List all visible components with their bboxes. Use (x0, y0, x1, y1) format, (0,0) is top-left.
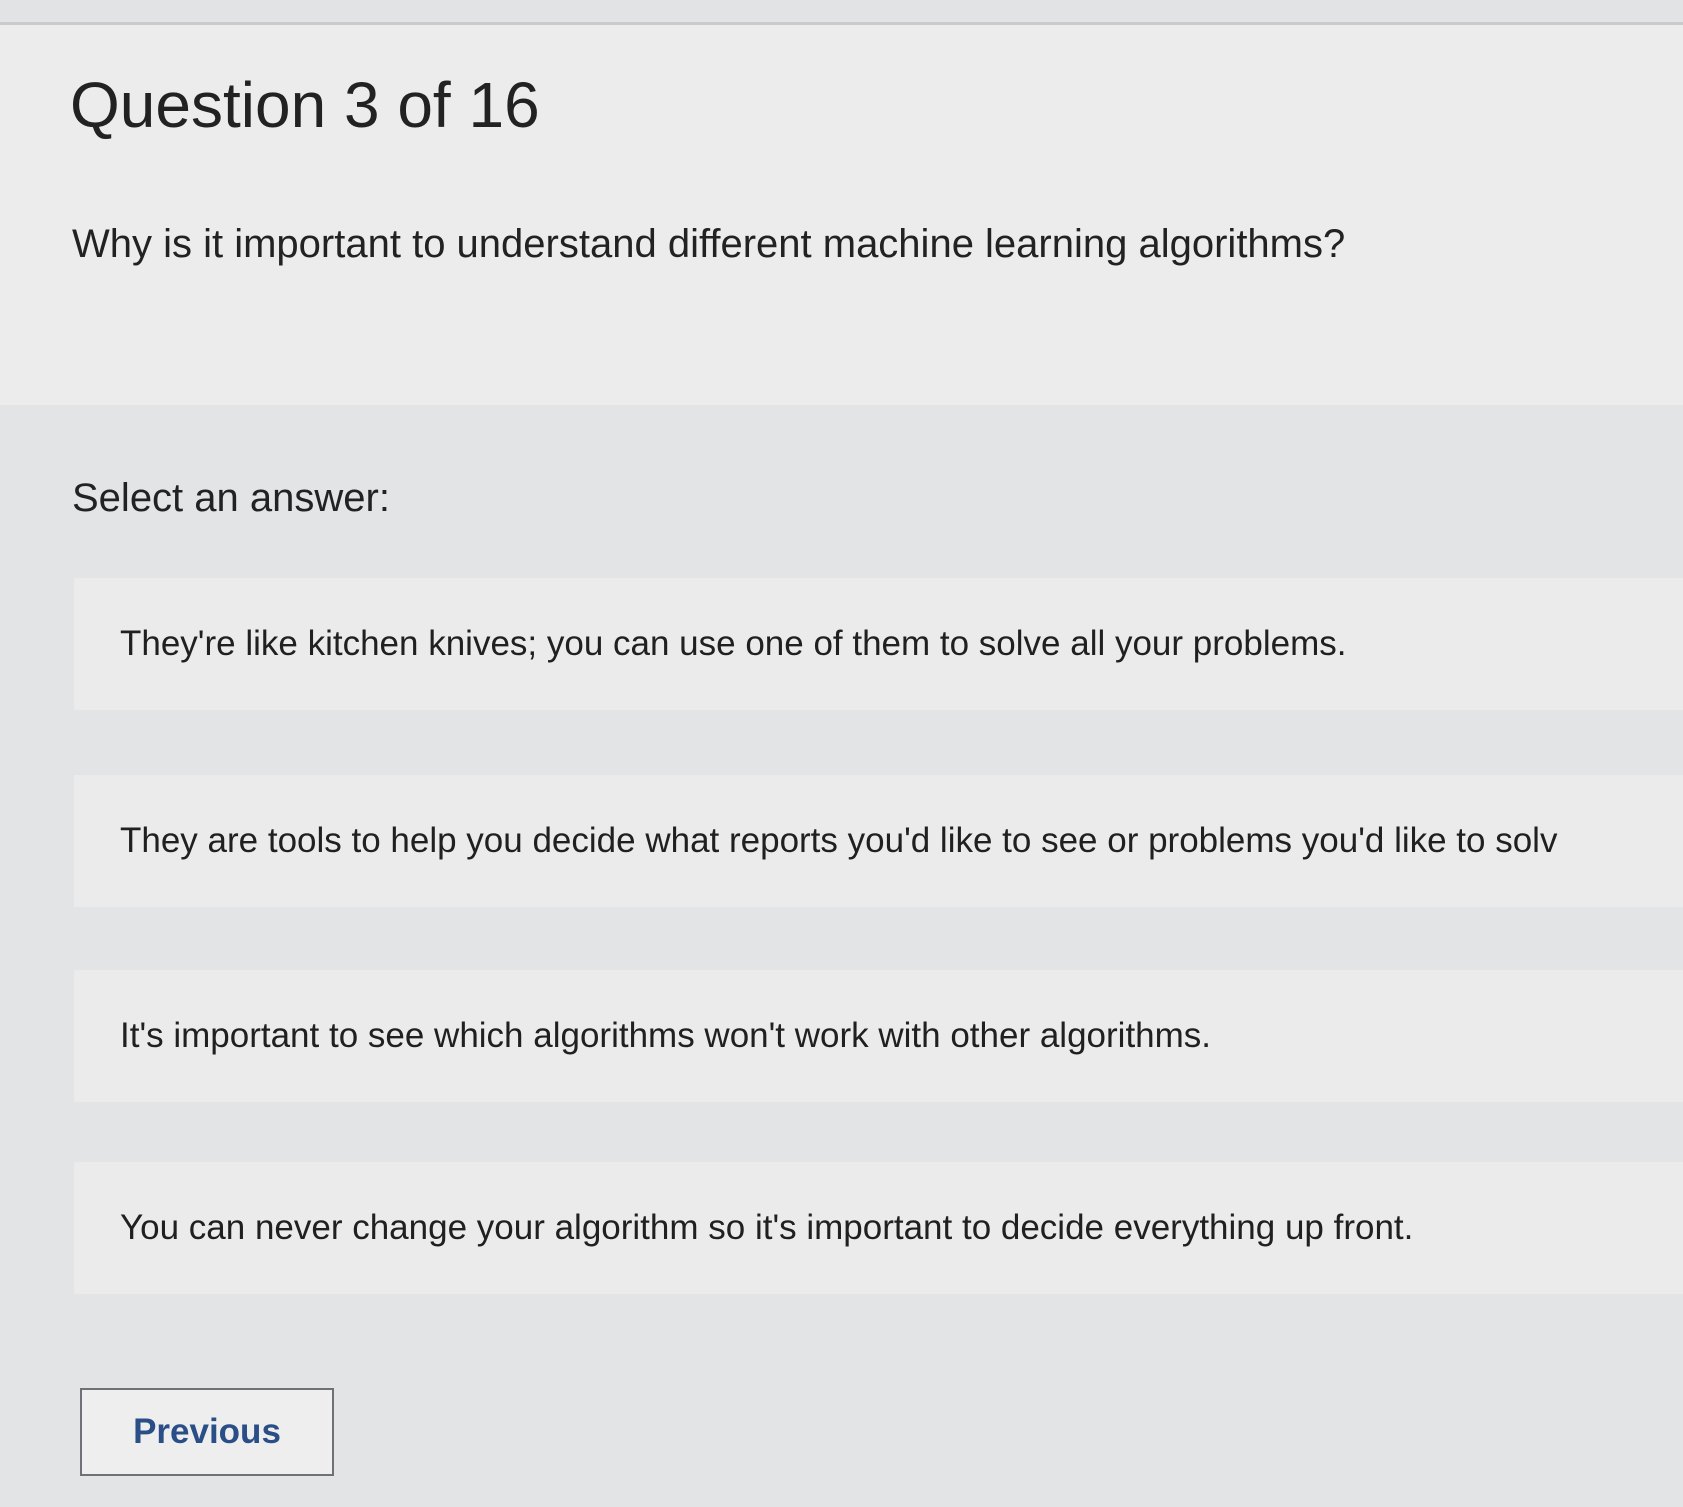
answer-option-2[interactable]: They are tools to help you decide what r… (74, 775, 1683, 907)
question-text: Why is it important to understand differ… (72, 222, 1346, 266)
answer-option-label: They are tools to help you decide what r… (120, 821, 1558, 860)
select-answer-label: Select an answer: (72, 476, 390, 520)
quiz-page: Question 3 of 16 Why is it important to … (0, 0, 1683, 1507)
answer-option-1[interactable]: They're like kitchen knives; you can use… (74, 578, 1683, 710)
previous-button[interactable]: Previous (80, 1388, 334, 1476)
answer-section (0, 405, 1683, 1507)
answer-option-4[interactable]: You can never change your algorithm so i… (74, 1162, 1683, 1294)
answer-option-label: You can never change your algorithm so i… (120, 1208, 1414, 1247)
answer-option-label: They're like kitchen knives; you can use… (120, 624, 1347, 663)
answer-option-3[interactable]: It's important to see which algorithms w… (74, 970, 1683, 1102)
question-number: Question 3 of 16 (70, 69, 540, 141)
answer-option-label: It's important to see which algorithms w… (120, 1016, 1212, 1055)
